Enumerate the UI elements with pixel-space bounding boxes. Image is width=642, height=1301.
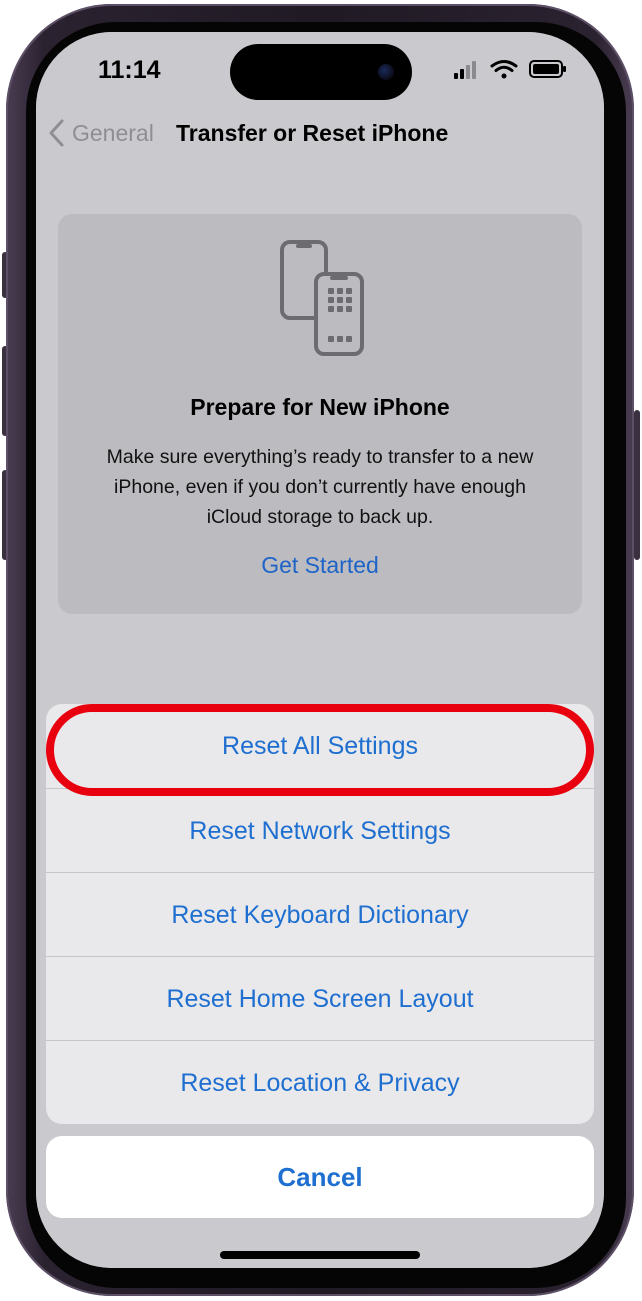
page-title: Transfer or Reset iPhone: [176, 120, 449, 146]
prepare-card: Prepare for New iPhone Make sure everyth…: [58, 214, 582, 614]
get-started-link[interactable]: Get Started: [58, 552, 582, 579]
reset-keyboard-dictionary-button[interactable]: Reset Keyboard Dictionary: [46, 872, 594, 956]
transfer-phones-icon: [280, 240, 364, 356]
power-button: [634, 410, 640, 560]
front-camera-icon: [378, 64, 394, 80]
cellular-signal-icon: [454, 61, 476, 79]
back-button[interactable]: General: [48, 116, 154, 150]
highlight-annotation: [46, 704, 594, 796]
wifi-icon: [490, 60, 518, 79]
prepare-card-title: Prepare for New iPhone: [190, 394, 450, 420]
back-button-label: General: [72, 119, 154, 146]
home-indicator[interactable]: [220, 1251, 420, 1259]
reset-location-privacy-button[interactable]: Reset Location & Privacy: [46, 1040, 594, 1124]
reset-network-settings-button[interactable]: Reset Network Settings: [46, 788, 594, 872]
dynamic-island: [230, 44, 412, 100]
status-icons: [454, 60, 566, 79]
prepare-card-description: Make sure everything’s ready to transfer…: [106, 446, 534, 528]
reset-home-screen-layout-button[interactable]: Reset Home Screen Layout: [46, 956, 594, 1040]
status-time: 11:14: [98, 56, 161, 84]
battery-icon: [529, 60, 566, 78]
chevron-left-icon: [49, 119, 64, 147]
phone-screen: 11:14 General Transfer or Reset iPhone P…: [36, 32, 604, 1268]
cancel-button[interactable]: Cancel: [46, 1136, 594, 1218]
